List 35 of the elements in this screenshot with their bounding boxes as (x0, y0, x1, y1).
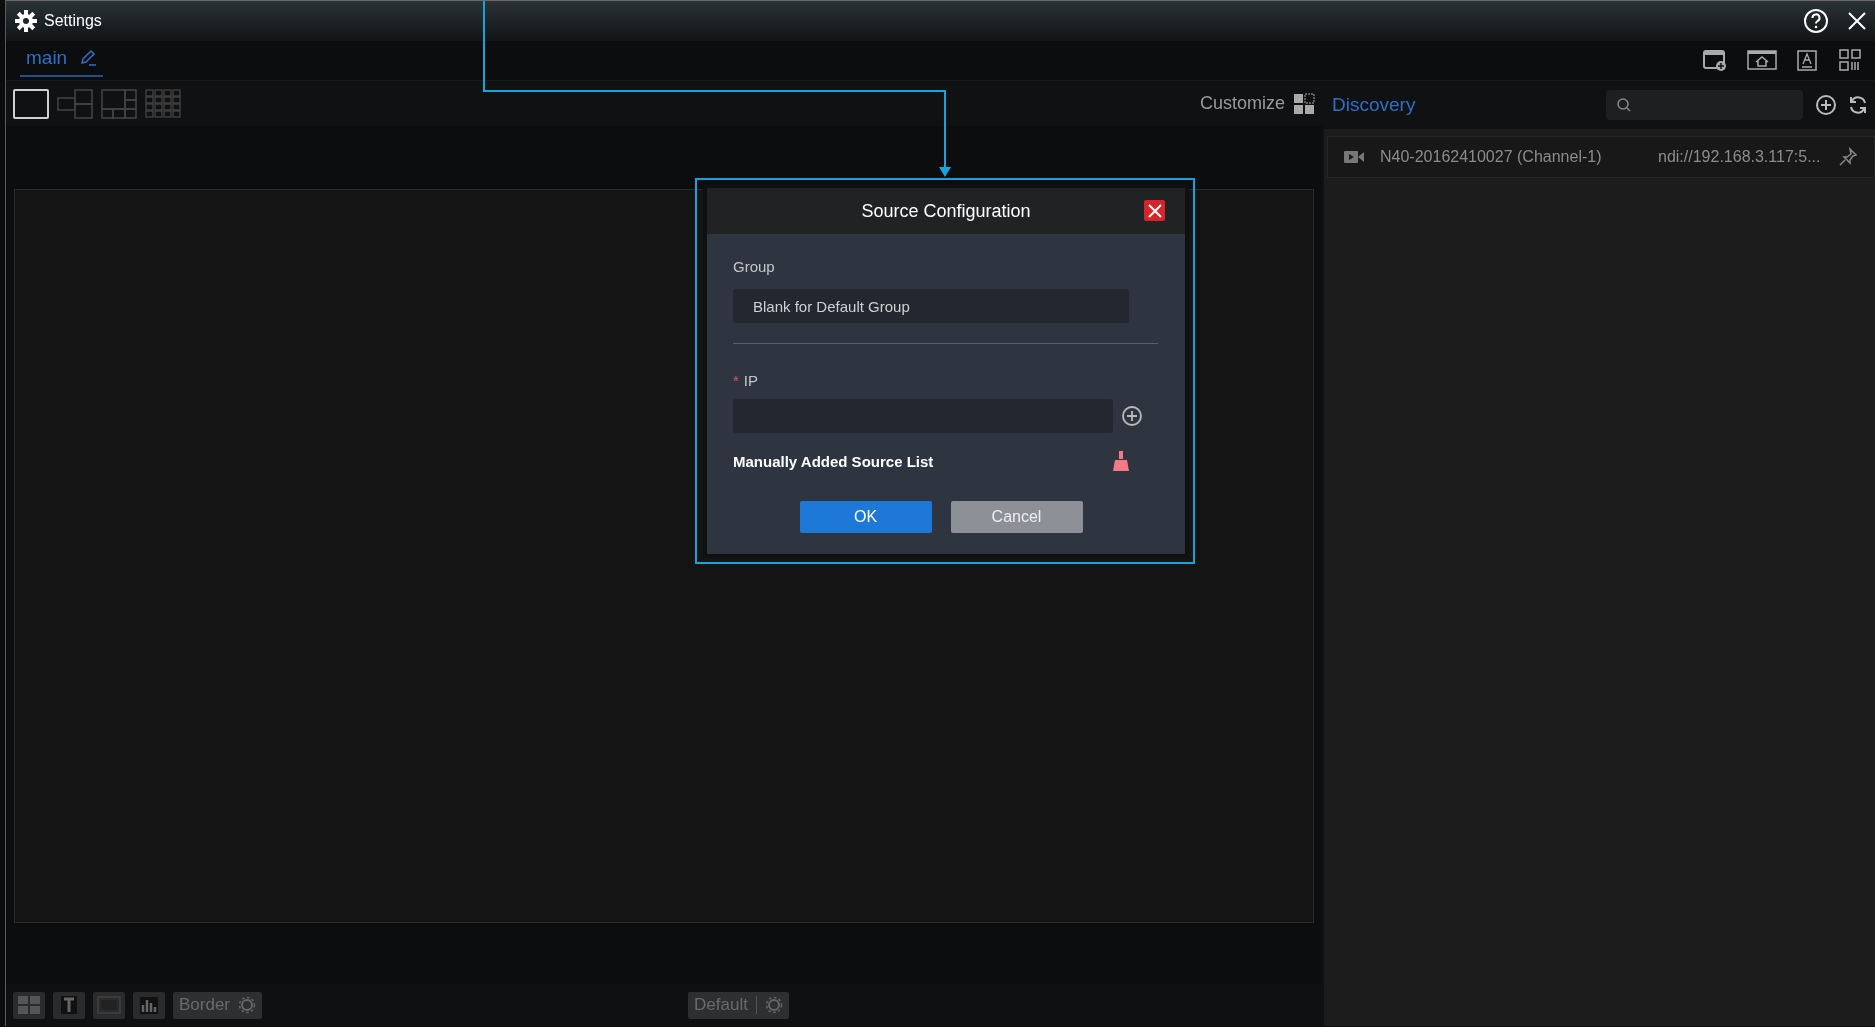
field-label: Group (733, 258, 775, 275)
ok-button[interactable]: OK (799, 501, 932, 533)
window-title: Settings (44, 11, 102, 30)
refresh-icon[interactable] (1849, 94, 1867, 116)
source-address: ndi://192.168.3.117:5... (1658, 148, 1822, 166)
panel-title: Discovery (1332, 94, 1416, 116)
pin-icon[interactable] (1838, 147, 1858, 167)
list-title: Manually Added Source List (733, 452, 934, 470)
border-button[interactable]: Border (173, 991, 263, 1019)
camera-icon (1344, 149, 1364, 165)
close-icon[interactable] (1847, 10, 1867, 31)
field-label: IP (743, 372, 759, 389)
add-icon[interactable] (1815, 94, 1837, 116)
customize-label[interactable]: Customize (1199, 93, 1285, 114)
text-frame-icon[interactable] (1797, 49, 1819, 72)
preset-button[interactable]: Default (688, 991, 789, 1019)
search-field[interactable] (1606, 90, 1803, 120)
help-icon[interactable] (1803, 7, 1829, 34)
group-input-field[interactable]: Blank for Default Group (733, 289, 1129, 323)
required-mark: * (733, 372, 739, 389)
add-window-icon[interactable] (1703, 49, 1727, 72)
dialog-title: Source Configuration (861, 200, 1031, 222)
cancel-button[interactable]: Cancel (950, 501, 1083, 533)
settings-icon (14, 8, 38, 33)
add-icon[interactable] (1121, 405, 1143, 427)
source-name: N40-20162410027 (Channel-1) (1380, 148, 1603, 166)
source-row[interactable]: N40-20162410027 (Channel-1) ndi://192.168.3.117:5... (1327, 136, 1875, 178)
customize-grid-icon[interactable] (1293, 92, 1315, 115)
broom-icon[interactable] (1113, 451, 1129, 471)
home-window-icon[interactable] (1747, 50, 1777, 71)
layout-icon[interactable] (13, 88, 49, 119)
pencil-icon[interactable] (79, 49, 98, 68)
qr-code-icon[interactable] (1839, 49, 1861, 72)
search-icon (1616, 97, 1632, 113)
tab[interactable]: main (20, 43, 104, 78)
